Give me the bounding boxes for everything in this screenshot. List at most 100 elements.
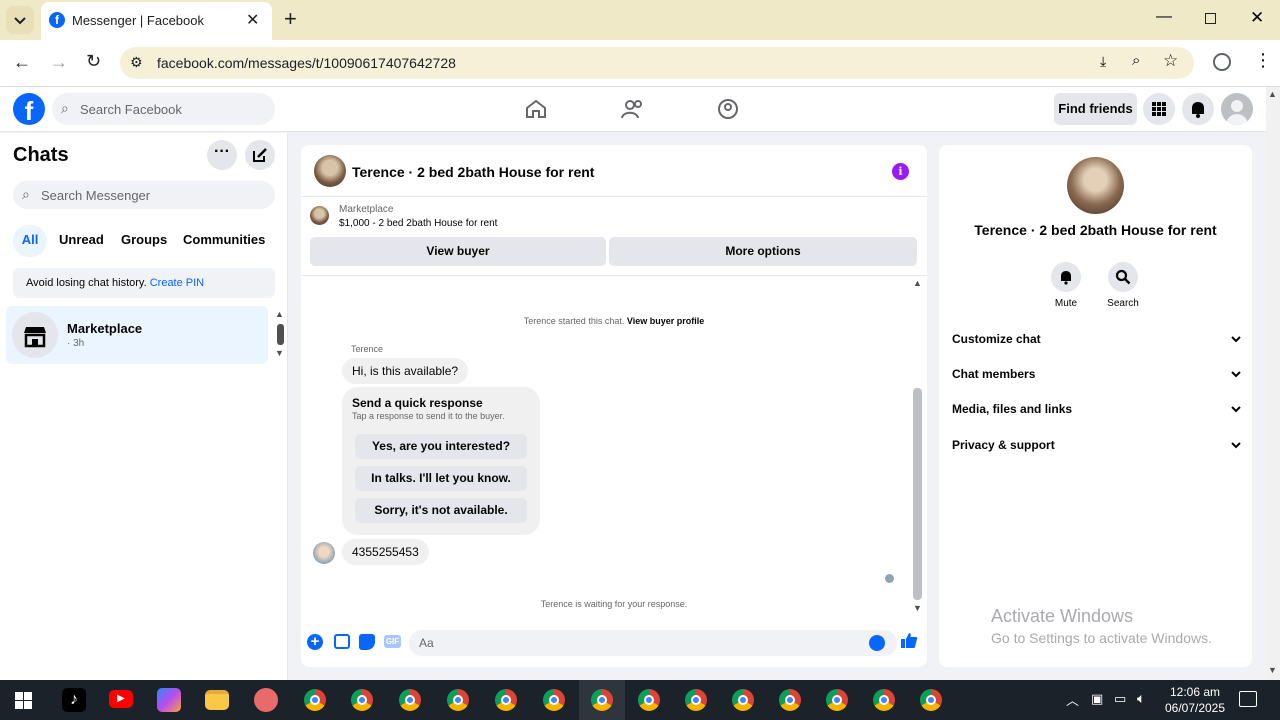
menu-kebab-icon[interactable]: ⋮ xyxy=(1254,51,1272,69)
create-pin-link[interactable]: Create PIN xyxy=(150,277,204,289)
menu-grid-icon[interactable] xyxy=(1143,93,1175,125)
chrome-icon[interactable] xyxy=(447,689,469,711)
close-tab-icon[interactable]: ✕ xyxy=(246,10,259,30)
gif-icon[interactable]: GIF xyxy=(384,635,401,648)
home-icon[interactable] xyxy=(525,99,547,124)
tray-chevron-up-icon[interactable]: ︿ xyxy=(1066,690,1079,709)
quick-response-sorry-button[interactable]: Sorry, it's not available. xyxy=(355,498,527,523)
account-avatar[interactable] xyxy=(1221,93,1253,125)
omnibox[interactable]: ⚙ facebook.com/messages/t/10090617407642… xyxy=(120,47,1194,79)
chrome-icon[interactable] xyxy=(873,689,895,711)
messenger-search-input[interactable]: ⌕ Search Messenger xyxy=(13,181,275,209)
filter-groups[interactable]: Groups xyxy=(121,232,167,247)
facebook-search-input[interactable]: ⌕ Search Facebook xyxy=(52,93,275,125)
sender-avatar[interactable] xyxy=(313,542,335,564)
sidebar-scroll-up-icon[interactable]: ▲ xyxy=(275,309,284,319)
sticker-icon[interactable] xyxy=(359,634,375,650)
notifications-bell-icon[interactable] xyxy=(1182,93,1214,125)
chrome-icon[interactable] xyxy=(304,689,326,711)
tiktok-icon[interactable]: ♪ xyxy=(62,688,86,712)
chrome-icon[interactable] xyxy=(685,689,707,711)
chrome-icon[interactable] xyxy=(399,689,421,711)
groups-icon[interactable] xyxy=(717,98,739,125)
system-clock[interactable]: 12:06 am 06/07/2025 xyxy=(1160,684,1230,716)
view-buyer-button[interactable]: View buyer xyxy=(310,237,606,266)
more-options-icon[interactable]: ··· xyxy=(207,140,237,170)
page-scroll-up-icon[interactable]: ▲ xyxy=(1268,89,1277,99)
snipping-tool-icon[interactable] xyxy=(254,688,278,712)
marketplace-store-icon xyxy=(12,312,58,358)
chrome-icon[interactable] xyxy=(495,689,517,711)
section-customize-chat[interactable]: Customize chat xyxy=(952,332,1242,346)
quick-response-yes-button[interactable]: Yes, are you interested? xyxy=(355,434,527,459)
bookmark-star-icon[interactable]: ☆ xyxy=(1163,51,1178,71)
view-buyer-profile-link[interactable]: View buyer profile xyxy=(627,316,704,326)
chat-item-marketplace[interactable]: Marketplace · 3h xyxy=(6,306,268,364)
photo-icon[interactable] xyxy=(334,634,350,649)
install-app-icon[interactable]: ⤓ xyxy=(1100,53,1106,70)
notification-center-icon[interactable] xyxy=(1239,691,1257,707)
youtube-icon[interactable]: ▶ xyxy=(109,690,133,708)
info-avatar[interactable] xyxy=(1067,157,1124,214)
filter-all[interactable]: All xyxy=(13,225,47,257)
search-action[interactable]: Search xyxy=(1093,262,1153,309)
reload-icon[interactable]: ↻ xyxy=(86,51,101,72)
sidebar-scrollbar-thumb[interactable] xyxy=(277,324,284,345)
quick-response-talks-button[interactable]: In talks. I'll let you know. xyxy=(355,466,527,491)
volume-icon[interactable]: 🔈︎ xyxy=(1137,690,1145,707)
tab-messenger[interactable]: f Messenger | Facebook ✕ xyxy=(41,2,272,40)
page-scrollbar[interactable]: ▲ ▼ xyxy=(1266,87,1280,680)
file-explorer-icon[interactable] xyxy=(205,690,229,710)
url-text[interactable]: facebook.com/messages/t/1009061740764272… xyxy=(157,55,456,71)
new-message-icon[interactable] xyxy=(245,140,275,170)
zoom-icon[interactable]: ⌕ xyxy=(1132,52,1140,69)
network-icon[interactable]: ▭ xyxy=(1114,691,1126,707)
chrome-icon[interactable] xyxy=(732,689,754,711)
chrome-icon[interactable] xyxy=(351,689,373,711)
message-input[interactable]: Aa xyxy=(409,630,897,656)
tab-list-chevron-icon[interactable] xyxy=(6,6,34,34)
minimize-icon[interactable]: — xyxy=(1156,8,1172,26)
filter-unread[interactable]: Unread xyxy=(59,232,104,247)
sidebar-scroll-down-icon[interactable]: ▼ xyxy=(275,348,284,358)
restore-icon[interactable] xyxy=(1205,13,1216,24)
emoji-icon[interactable] xyxy=(869,635,885,651)
windows-start-icon[interactable] xyxy=(15,692,32,709)
section-chat-members[interactable]: Chat members xyxy=(952,367,1242,381)
mute-action[interactable]: Mute xyxy=(1036,262,1096,309)
chat-scroll-down-icon[interactable]: ▼ xyxy=(913,603,922,613)
facebook-logo-icon[interactable]: f xyxy=(13,93,45,125)
chat-scroll-up-icon[interactable]: ▲ xyxy=(913,278,922,288)
like-thumb-icon[interactable] xyxy=(900,631,918,654)
chat-title[interactable]: Terence · 2 bed 2bath House for rent xyxy=(352,164,594,180)
find-friends-button[interactable]: Find friends xyxy=(1054,93,1137,125)
chrome-icon[interactable] xyxy=(779,689,801,711)
chrome-icon[interactable] xyxy=(920,689,942,711)
chrome-icon[interactable] xyxy=(543,689,565,711)
new-tab-icon[interactable]: + xyxy=(284,6,297,32)
chrome-icon[interactable] xyxy=(591,689,613,711)
friends-icon[interactable] xyxy=(621,99,645,124)
close-window-icon[interactable]: ✕ xyxy=(1250,8,1264,28)
meet-now-icon[interactable]: ▣ xyxy=(1091,691,1103,707)
plus-icon[interactable]: + xyxy=(307,634,323,650)
copilot-icon[interactable] xyxy=(157,688,181,712)
chat-avatar[interactable] xyxy=(314,155,346,187)
site-info-icon[interactable]: ⚙ xyxy=(130,54,143,71)
forward-icon[interactable]: → xyxy=(50,52,68,73)
back-icon[interactable]: ← xyxy=(13,52,31,73)
message-bubble[interactable]: Hi, is this available? xyxy=(342,358,469,384)
listing-price-title[interactable]: $1,000 - 2 bed 2bath House for rent xyxy=(339,218,497,229)
message-bubble-phone[interactable]: 4355255453 xyxy=(342,539,429,565)
chat-panel: Terence · 2 bed 2bath House for rent i M… xyxy=(301,145,927,667)
filter-communities[interactable]: Communities xyxy=(183,232,265,247)
section-media-files-links[interactable]: Media, files and links xyxy=(952,402,1242,416)
chat-scrollbar-thumb[interactable] xyxy=(913,388,922,600)
info-icon[interactable]: i xyxy=(892,163,909,180)
more-options-button[interactable]: More options xyxy=(609,237,917,266)
chrome-icon[interactable] xyxy=(826,689,848,711)
section-privacy-support[interactable]: Privacy & support xyxy=(952,438,1242,452)
chrome-icon[interactable] xyxy=(638,689,660,711)
page-scroll-down-icon[interactable]: ▼ xyxy=(1268,665,1277,675)
profile-icon[interactable] xyxy=(1213,53,1231,71)
